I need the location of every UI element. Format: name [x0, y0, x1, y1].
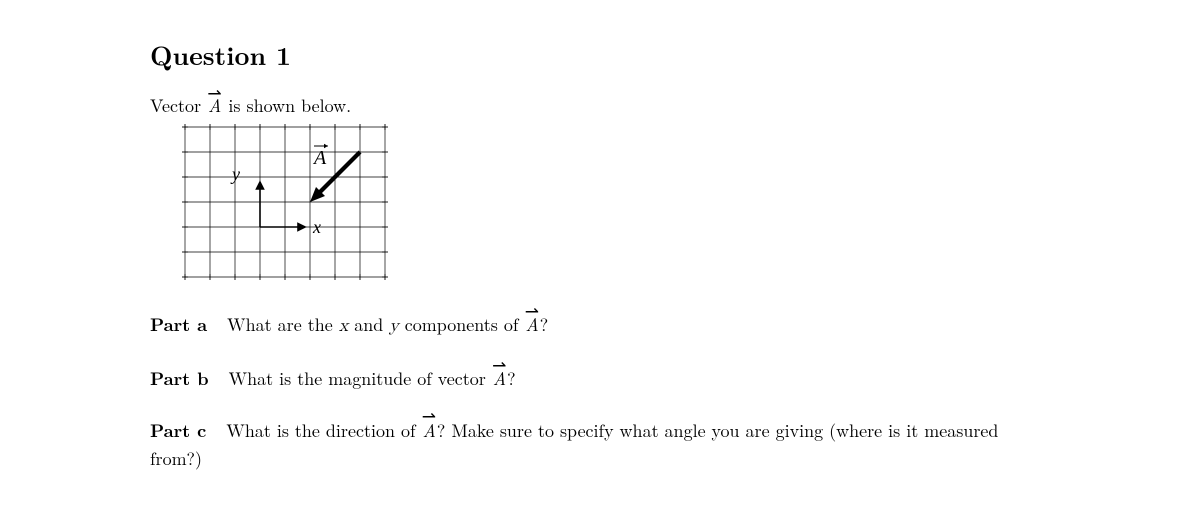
part-c-text-1: What is the direction of	[226, 418, 421, 443]
vector-A-label: A	[312, 144, 328, 169]
vector-A-symbol: ⇀ A	[524, 311, 539, 339]
svg-text:A: A	[312, 147, 327, 169]
vector-arrow-icon: ⇀	[525, 302, 539, 319]
part-a-text-3: components of	[405, 312, 525, 337]
part-c: Part c What is the direction of ⇀ A ? Ma…	[150, 417, 1028, 473]
part-a: Part a What are the x and y components o…	[150, 311, 1028, 341]
part-a-text-1: What are the	[227, 312, 339, 337]
part-b-label: Part b	[150, 366, 209, 391]
x-var: x	[339, 317, 349, 335]
intro-prefix: Vector	[150, 93, 207, 118]
vector-A-symbol: ⇀ A	[421, 417, 436, 445]
part-a-text-4: ?	[540, 312, 549, 337]
vector-plot-svg: A x y	[180, 122, 390, 282]
page: may not talk to anyone during the exam. …	[0, 0, 1178, 473]
axes	[257, 182, 306, 231]
vector-A-symbol: ⇀ A	[207, 93, 222, 118]
vector-A-symbol: ⇀ A	[492, 365, 507, 393]
grid	[182, 124, 388, 280]
intro-suffix: is shown below.	[228, 93, 351, 118]
y-var: y	[389, 317, 399, 335]
part-a-label: Part a	[150, 312, 207, 337]
y-axis-label: y	[230, 164, 240, 184]
part-b: Part b What is the magnitude of vector ⇀…	[150, 365, 1028, 393]
part-a-text-2: and	[354, 312, 389, 337]
vector-arrow-icon: ⇀	[422, 407, 436, 424]
part-b-text-1: What is the magnitude of vector	[229, 366, 492, 391]
x-axis-label: x	[312, 217, 321, 237]
part-b-text-2: ?	[507, 366, 516, 391]
vector-arrow-icon: ⇀	[492, 356, 506, 373]
intro-line: Vector ⇀ A is shown below.	[150, 93, 1028, 118]
vector-figure: A x y	[180, 122, 1028, 287]
vector-arrow-icon: ⇀	[207, 84, 221, 101]
part-c-label: Part c	[150, 418, 206, 443]
question-title: Question 1	[150, 36, 1028, 73]
